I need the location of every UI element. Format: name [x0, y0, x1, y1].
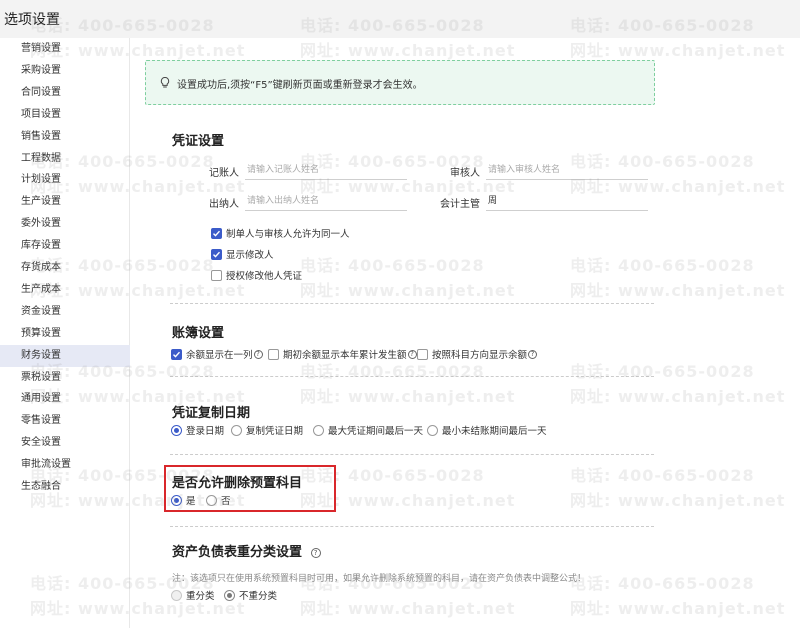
lightbulb-icon: [159, 74, 171, 93]
supervisor-label: 会计主管: [440, 199, 480, 210]
checkbox-label: 制单人与审核人允许为同一人: [226, 229, 350, 240]
checkbox-box[interactable]: [211, 248, 222, 260]
sidebar-item[interactable]: 预算设置: [0, 323, 130, 345]
radio-label: 重分类: [186, 591, 215, 602]
reviewer-label: 审核人: [450, 168, 480, 179]
section-divider: [170, 303, 654, 304]
main-panel: 设置成功后,须按“F5”键刷新页面或重新登录才会生效。 凭证设置 记账人 审核人…: [131, 38, 800, 628]
radio-option[interactable]: 最小未结账期间最后一天: [427, 423, 547, 437]
radio-option[interactable]: 最大凭证期间最后一天: [313, 423, 423, 437]
bookkeeper-label: 记账人: [209, 168, 239, 179]
radio-button[interactable]: [171, 424, 182, 436]
checkbox-label: 按照科目方向显示余额: [432, 350, 528, 361]
sidebar-item[interactable]: 生态融合: [0, 476, 130, 498]
balance-sheet-note: 注：该选项只在使用系统预置科目时可用，如果允许删除系统预置的科目，请在资产负债表…: [172, 574, 587, 584]
radio-option[interactable]: 重分类: [171, 588, 215, 602]
radio-button[interactable]: [231, 424, 242, 436]
checkbox-label: 余额显示在一列: [186, 350, 253, 361]
radio-label: 登录日期: [186, 426, 225, 437]
radio-button[interactable]: [313, 424, 324, 436]
radio-button[interactable]: [224, 589, 235, 601]
sidebar-item[interactable]: 票税设置: [0, 367, 130, 389]
sidebar-item[interactable]: 审批流设置: [0, 454, 130, 476]
sidebar-item[interactable]: 销售设置: [0, 126, 130, 148]
checkbox-box[interactable]: [268, 348, 279, 360]
copy-date-title: 凭证复制日期: [172, 406, 251, 421]
sidebar-item[interactable]: 计划设置: [0, 169, 130, 191]
sidebar-item[interactable]: 采购设置: [0, 60, 130, 82]
sidebar-item[interactable]: 安全设置: [0, 432, 130, 454]
checkbox-show-modifier[interactable]: 显示修改人: [211, 247, 274, 261]
checkbox-box[interactable]: [211, 227, 222, 239]
notice-banner: 设置成功后,须按“F5”键刷新页面或重新登录才会生效。: [145, 60, 655, 105]
help-icon[interactable]: ?: [528, 349, 538, 359]
reviewer-input[interactable]: [486, 160, 648, 180]
notice-text: 设置成功后,须按“F5”键刷新页面或重新登录才会生效。: [177, 80, 423, 91]
checkbox-label: 期初余额显示本年累计发生额: [283, 350, 407, 361]
radio-button[interactable]: [427, 424, 438, 436]
help-icon[interactable]: ?: [253, 349, 263, 359]
voucher-settings-title: 凭证设置: [172, 134, 225, 149]
checkbox-label: 授权修改他人凭证: [226, 271, 303, 282]
cashier-label: 出纳人: [209, 199, 239, 210]
help-icon[interactable]: ?: [310, 547, 321, 558]
sidebar-item[interactable]: 库存设置: [0, 235, 130, 257]
help-icon[interactable]: ?: [407, 349, 417, 359]
ledger-settings-title: 账簿设置: [172, 326, 225, 341]
sidebar: 营销设置 采购设置 合同设置 项目设置 销售设置 工程数据 计划设置 生产设置 委外设置 库存设置…: [0, 38, 130, 628]
sidebar-item[interactable]: 生产设置: [0, 191, 130, 213]
sidebar-item[interactable]: 营销设置: [0, 38, 130, 60]
checkbox-balance-by-direction[interactable]: 按照科目方向显示余额 ?: [417, 347, 538, 361]
sidebar-item[interactable]: 工程数据: [0, 148, 130, 170]
radio-label: 最大凭证期间最后一天: [328, 426, 424, 437]
sidebar-item[interactable]: 委外设置: [0, 213, 130, 235]
title-bar: 选项设置: [0, 0, 800, 38]
sidebar-item[interactable]: 生产成本: [0, 279, 130, 301]
radio-option[interactable]: 复制凭证日期: [231, 423, 303, 437]
section-divider: [170, 526, 654, 527]
sidebar-item[interactable]: 资金设置: [0, 301, 130, 323]
checkbox-same-maker-reviewer[interactable]: 制单人与审核人允许为同一人: [211, 226, 350, 240]
supervisor-input[interactable]: [486, 191, 648, 211]
radio-option[interactable]: 不重分类: [224, 588, 277, 602]
checkbox-balance-one-column[interactable]: 余额显示在一列 ?: [171, 347, 263, 361]
window-title: 选项设置: [4, 12, 60, 28]
radio-label: 最小未结账期间最后一天: [442, 426, 547, 437]
radio-button[interactable]: [171, 589, 182, 601]
section-divider: [170, 454, 654, 455]
radio-label: 复制凭证日期: [246, 426, 304, 437]
checkbox-opening-balance-cumulative[interactable]: 期初余额显示本年累计发生额 ?: [268, 347, 417, 361]
sidebar-item[interactable]: 项目设置: [0, 104, 130, 126]
radio-option[interactable]: 登录日期: [171, 423, 224, 437]
balance-sheet-title: 资产负债表重分类设置 ?: [172, 541, 321, 560]
section-divider: [170, 376, 654, 377]
radio-label: 不重分类: [239, 591, 278, 602]
checkbox-authorize-edit[interactable]: 授权修改他人凭证: [211, 268, 302, 282]
highlight-frame: [164, 465, 336, 512]
checkbox-box[interactable]: [171, 348, 182, 360]
sidebar-item[interactable]: 零售设置: [0, 410, 130, 432]
sidebar-item[interactable]: 存货成本: [0, 257, 130, 279]
sidebar-item[interactable]: 财务设置: [0, 344, 130, 367]
checkbox-box[interactable]: [211, 269, 222, 281]
balance-sheet-title-text: 资产负债表重分类设置: [172, 545, 303, 560]
cashier-input[interactable]: [245, 191, 407, 211]
bookkeeper-input[interactable]: [245, 160, 407, 180]
sidebar-item[interactable]: 合同设置: [0, 82, 130, 104]
sidebar-item[interactable]: 通用设置: [0, 388, 130, 410]
checkbox-label: 显示修改人: [226, 250, 274, 261]
checkbox-box[interactable]: [417, 348, 428, 360]
